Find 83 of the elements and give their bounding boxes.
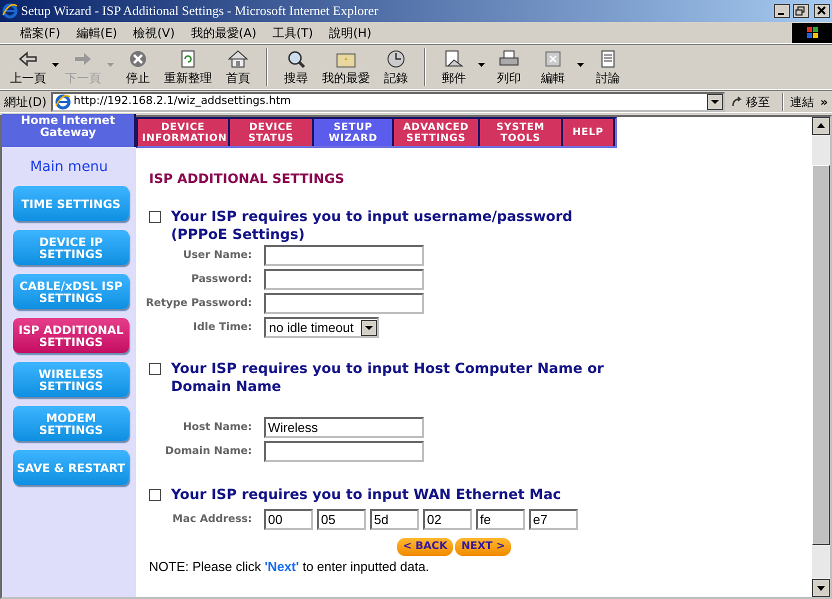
checkbox[interactable] (149, 488, 161, 500)
toolbar-button[interactable]: 停止 (116, 47, 160, 87)
back-arrow-icon (17, 49, 39, 69)
scroll-thumb[interactable] (812, 165, 830, 545)
select-value: no idle timeout (269, 320, 354, 335)
scroll-up-icon[interactable] (812, 117, 830, 135)
brand-banner: Home Internet Gateway (2, 114, 136, 147)
input-field[interactable]: 00 (264, 509, 313, 530)
menu-item[interactable]: 說明(H) (321, 22, 380, 42)
toolbar-button[interactable]: 郵件 (432, 47, 476, 87)
menu-heading: Main menu (29, 158, 109, 177)
section-heading-text: Your ISP requires you to input Host Computer Name or Domain Name (171, 360, 605, 396)
minimize-icon[interactable] (774, 4, 790, 18)
go-arrow-icon (731, 96, 744, 108)
field-label: Domain Name: (164, 444, 253, 459)
input-field[interactable]: 05 (317, 509, 366, 530)
envelope-icon (443, 49, 465, 69)
input-field[interactable] (264, 441, 424, 462)
checkbox[interactable] (149, 362, 161, 374)
restore-icon[interactable] (793, 4, 809, 18)
stop-icon (127, 49, 149, 69)
nav-tab[interactable]: DEVICE INFORMATION (138, 119, 230, 146)
field-label: Host Name: (182, 420, 253, 435)
field-label: Password: (190, 272, 253, 287)
note-text: NOTE: Please click 'Next' to enter inputted data. (149, 558, 430, 574)
menu-item[interactable]: 我的最愛(A) (182, 22, 264, 42)
nav-button[interactable]: < BACK (396, 538, 454, 556)
input-field[interactable]: 02 (423, 509, 472, 530)
toolbar-button[interactable]: 記錄 (374, 47, 418, 87)
address-field[interactable]: http://192.168.2.1/wiz_addsettings.htm (50, 92, 726, 112)
sidebar-button[interactable]: ISP ADDITIONAL SETTINGS (13, 318, 129, 353)
section-heading-text: Your ISP requires you to input WAN Ethernet Mac (171, 486, 562, 504)
menu-item[interactable]: 檢視(V) (125, 22, 183, 42)
input-field[interactable]: Wireless (264, 417, 424, 438)
field-label: Retype Password: (144, 296, 253, 311)
toolbar-button[interactable]: 首頁 (216, 47, 260, 87)
browser-icon (2, 3, 18, 19)
browser-icon (54, 94, 71, 110)
toolbar-button[interactable]: 搜尋 (274, 47, 318, 87)
input-field[interactable] (264, 245, 424, 266)
toolbar-button[interactable]: 上一頁 (6, 47, 50, 87)
scroll-down-icon[interactable] (812, 579, 830, 597)
input-field[interactable]: e7 (529, 509, 578, 530)
home-icon (227, 49, 249, 69)
dropdown-icon[interactable] (361, 320, 377, 336)
toolbar-button[interactable]: 列印 (487, 47, 531, 87)
field-label: User Name: (182, 248, 253, 263)
nav-button[interactable]: NEXT > (455, 538, 512, 556)
go-button[interactable]: 移至 (725, 92, 776, 110)
input-field[interactable] (264, 293, 424, 314)
toolbar-button[interactable]: 編輯 (531, 47, 575, 87)
field-label: Mac Address: (171, 512, 253, 527)
input-field[interactable] (264, 269, 424, 290)
select-field[interactable]: no idle timeout (264, 317, 379, 338)
close-icon[interactable] (814, 4, 830, 18)
page-title: ISP ADDITIONAL SETTINGS (149, 171, 346, 189)
menu-item[interactable]: 編輯(E) (68, 22, 126, 42)
checkbox[interactable] (149, 210, 161, 222)
nav-tab[interactable]: HELP (563, 119, 615, 146)
toolbar-button[interactable]: 我的最愛 (318, 47, 374, 87)
nav-tab[interactable]: DEVICE STATUS (230, 119, 314, 146)
nav-tab[interactable]: ADVANCED SETTINGS (394, 119, 480, 146)
nav-tab[interactable]: SYSTEM TOOLS (480, 119, 563, 146)
input-field[interactable]: fe (476, 509, 525, 530)
windows-logo-icon (792, 22, 832, 42)
menu-item[interactable]: 檔案(F) (12, 22, 68, 42)
caret-icon[interactable] (478, 63, 485, 67)
clock-icon (385, 49, 407, 69)
caret-icon[interactable] (577, 63, 584, 67)
caret-icon[interactable] (52, 63, 59, 67)
more-chevron[interactable]: » (820, 92, 828, 110)
nav-tab[interactable]: SETUP WIZARD (314, 119, 394, 146)
dropdown-icon[interactable] (707, 94, 724, 110)
toolbar-button[interactable]: 討論 (586, 47, 630, 87)
links-label[interactable]: 連結 (790, 92, 814, 110)
window-title: Setup Wizard - ISP Additional Settings - Microsoft Internet Explorer (21, 3, 380, 19)
address-label: 網址(D) (4, 94, 47, 110)
url-text: http://192.168.2.1/wiz_addsettings.htm (74, 93, 291, 110)
toolbar-button[interactable]: 重新整理 (160, 47, 216, 87)
input-field[interactable]: 5d (370, 509, 419, 530)
menu-item[interactable]: 工具(T) (264, 22, 322, 42)
field-label: Idle Time: (192, 320, 253, 335)
section-heading-text: Your ISP requires you to input username/password (PPPoE Settings) (171, 208, 574, 244)
